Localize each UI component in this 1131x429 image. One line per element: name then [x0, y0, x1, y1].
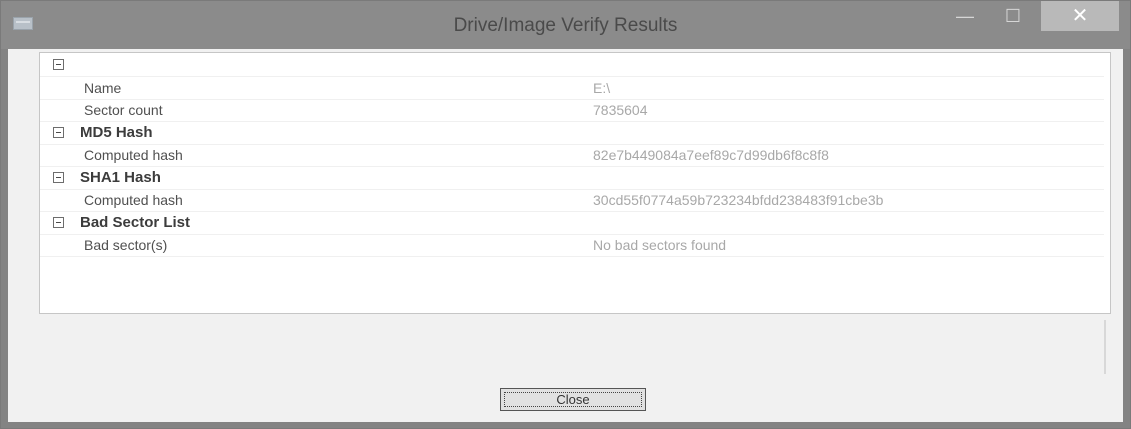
- minimize-button[interactable]: —: [945, 1, 985, 31]
- maximize-button[interactable]: ☐: [993, 1, 1033, 31]
- property-grid[interactable]: Name E:\ Sector count 7835604 MD5 Hash C…: [39, 52, 1111, 314]
- group-row-sha1-hash[interactable]: SHA1 Hash: [40, 167, 1104, 190]
- group-row-md5-hash[interactable]: MD5 Hash: [40, 122, 1104, 145]
- property-name: Computed hash: [84, 147, 183, 163]
- collapse-icon[interactable]: [53, 127, 64, 138]
- title-bar[interactable]: Drive/Image Verify Results — ☐ ✕: [1, 1, 1130, 49]
- property-name: Bad sector(s): [84, 237, 168, 253]
- close-window-button[interactable]: ✕: [1041, 1, 1119, 31]
- collapse-icon[interactable]: [53, 172, 64, 183]
- group-row[interactable]: [40, 54, 1104, 77]
- verify-results-window: Drive/Image Verify Results — ☐ ✕ Name E:…: [0, 0, 1131, 429]
- property-row[interactable]: Sector count 7835604: [40, 99, 1104, 122]
- property-row[interactable]: Computed hash 30cd55f0774a59b723234bfdd2…: [40, 189, 1104, 212]
- collapse-icon[interactable]: [53, 217, 64, 228]
- property-row[interactable]: Computed hash 82e7b449084a7eef89c7d99db6…: [40, 144, 1104, 167]
- close-button[interactable]: Close: [500, 388, 646, 411]
- group-label: MD5 Hash: [80, 124, 153, 141]
- property-value: 30cd55f0774a59b723234bfdd238483f91cbe3b: [593, 192, 884, 208]
- collapse-icon[interactable]: [53, 59, 64, 70]
- property-name: Sector count: [84, 102, 163, 118]
- property-value: 82e7b449084a7eef89c7d99db6f8c8f8: [593, 147, 829, 163]
- property-value: 7835604: [593, 102, 648, 118]
- property-value: No bad sectors found: [593, 237, 727, 253]
- property-value: E:\: [593, 80, 611, 96]
- property-name: Name: [84, 80, 122, 96]
- scrollbar[interactable]: [1104, 320, 1106, 374]
- property-row[interactable]: Name E:\: [40, 77, 1104, 100]
- group-label: SHA1 Hash: [80, 169, 161, 186]
- property-row[interactable]: Bad sector(s) No bad sectors found: [40, 234, 1104, 257]
- property-name: Computed hash: [84, 192, 183, 208]
- dialog-client-area: Name E:\ Sector count 7835604 MD5 Hash C…: [8, 49, 1123, 422]
- group-label: Bad Sector List: [80, 214, 191, 231]
- group-row-bad-sector-list[interactable]: Bad Sector List: [40, 212, 1104, 235]
